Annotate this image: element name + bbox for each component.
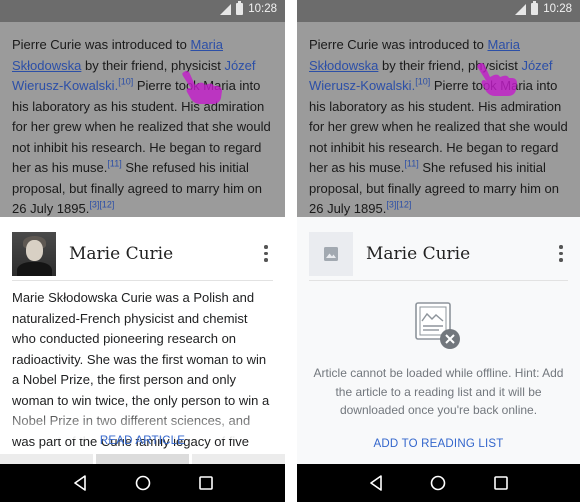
article-paragraph: Pierre Curie was introduced to Maria Skł…	[297, 22, 580, 220]
link-preview-sheet: Marie Curie Article cannot be loaded whi…	[297, 217, 580, 464]
article-text: Pierre Curie was introduced to	[12, 37, 191, 52]
signal-icon	[220, 3, 232, 15]
recents-icon[interactable]	[196, 473, 216, 493]
home-icon[interactable]	[428, 473, 448, 493]
battery-icon	[236, 1, 244, 15]
status-bar: 10:28	[0, 0, 285, 22]
link-preview-sheet: Marie Curie Marie Skłodowska Curie was a…	[0, 217, 285, 469]
preview-header: Marie Curie	[12, 227, 273, 281]
article-thumbnail[interactable]	[12, 231, 56, 276]
navigation-bar	[297, 464, 580, 502]
article-offline-icon	[415, 302, 460, 349]
status-bar: 10:28	[297, 0, 580, 22]
screen-offline-preview: 10:28 Pierre Curie was introduced to Mar…	[297, 0, 580, 502]
read-article-button[interactable]: READ ARTICLE	[0, 435, 285, 447]
preview-header: Marie Curie	[309, 227, 568, 281]
preview-title: Marie Curie	[69, 243, 174, 264]
signal-icon	[515, 3, 527, 15]
recents-icon[interactable]	[491, 473, 511, 493]
more-vert-icon[interactable]	[554, 244, 568, 264]
article-text: Pierre Curie was introduced to	[309, 37, 488, 52]
preview-title: Marie Curie	[366, 243, 471, 264]
screen-online-preview: 10:28 Pierre Curie was introduced to Mar…	[0, 0, 285, 502]
back-icon[interactable]	[70, 473, 90, 493]
article-content: Pierre Curie was introduced to Maria Skł…	[297, 22, 580, 217]
article-content: Pierre Curie was introduced to Maria Skł…	[0, 22, 285, 217]
home-icon[interactable]	[133, 473, 153, 493]
image-icon	[309, 231, 353, 276]
status-time: 10:28	[543, 3, 572, 15]
hand-pointer-icon	[477, 62, 517, 96]
reference-3[interactable]: [3]	[89, 200, 99, 210]
reference-10[interactable]: [10]	[415, 77, 430, 87]
navigation-bar	[0, 464, 285, 502]
status-time: 10:28	[248, 3, 277, 15]
battery-icon	[531, 1, 539, 15]
reference-10[interactable]: [10]	[118, 77, 133, 87]
offline-message: Article cannot be loaded while offline. …	[313, 366, 564, 417]
reference-12[interactable]: [12]	[396, 200, 411, 210]
reference-12[interactable]: [12]	[99, 200, 114, 210]
reference-11[interactable]: [11]	[107, 159, 121, 169]
more-vert-icon[interactable]	[259, 244, 273, 264]
back-icon[interactable]	[366, 473, 386, 493]
reference-11[interactable]: [11]	[404, 159, 418, 169]
reference-3[interactable]: [3]	[386, 200, 396, 210]
add-to-reading-list-button[interactable]: ADD TO READING LIST	[297, 438, 580, 450]
article-paragraph: Pierre Curie was introduced to Maria Skł…	[0, 22, 285, 220]
hand-pointer-icon	[182, 70, 222, 104]
